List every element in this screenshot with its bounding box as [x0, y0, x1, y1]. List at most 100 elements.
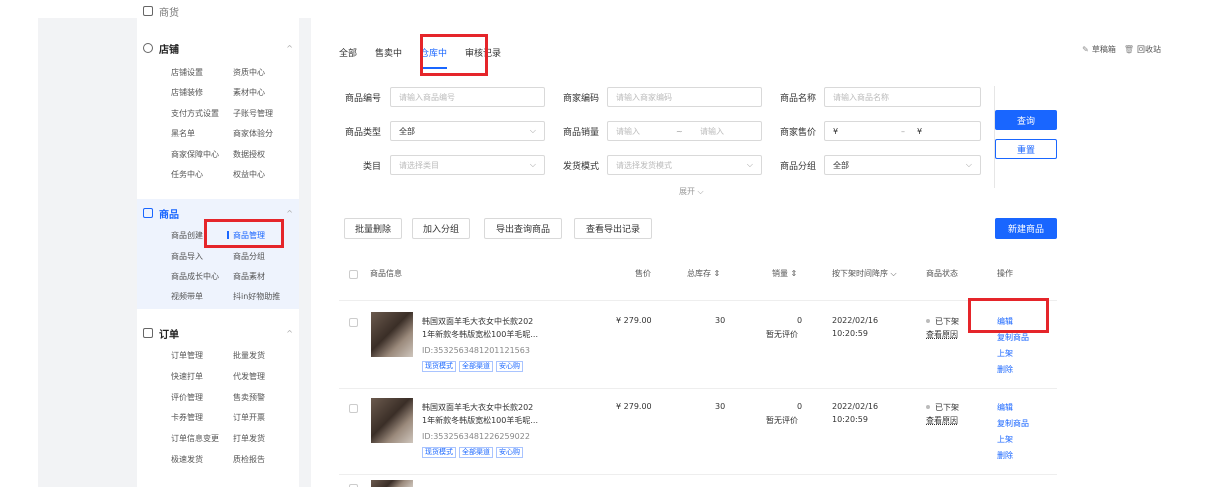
product-id: ID:3532563481201121563 [422, 346, 530, 355]
chevron-down-icon: ⌵ [746, 160, 753, 169]
expand-label: 展开 [679, 187, 695, 196]
delete-link[interactable]: 删除 [997, 364, 1013, 375]
sidebar-item[interactable]: 商家体验分 [233, 128, 273, 139]
product-thumbnail[interactable] [371, 480, 413, 487]
column-header-stock[interactable]: 总库存 ⇕ [687, 268, 720, 279]
sidebar-item[interactable]: 任务中心 [171, 169, 203, 180]
sidebar-section-partial[interactable]: 商货 [143, 3, 179, 19]
status-text: 已下架 [935, 403, 959, 412]
expand-toggle[interactable]: 展开 ⌵ [679, 186, 704, 197]
collapse-caret-icon[interactable]: ^ [286, 209, 293, 218]
recycle-bin-link[interactable]: 🗑 回收站 [1124, 44, 1161, 55]
sidebar-item[interactable]: 快速打单 [171, 371, 203, 382]
sidebar-item[interactable]: 订单信息变更 [171, 433, 219, 444]
tag: 现货模式 [422, 447, 456, 458]
merchant-code-input[interactable]: 请输入商家编码 [607, 87, 762, 107]
sidebar-item[interactable]: 代发管理 [233, 371, 265, 382]
price-range-input[interactable]: ¥ – ¥ [824, 121, 981, 141]
sidebar-item[interactable]: 商品成长中心 [171, 271, 219, 282]
sidebar-item[interactable]: 店铺装修 [171, 87, 203, 98]
recycle-bin-label: 回收站 [1137, 45, 1161, 54]
column-header-time[interactable]: 按下架时间降序 ⌵ [832, 268, 897, 279]
product-no-input[interactable]: 请输入商品编号 [390, 87, 545, 107]
sidebar-item[interactable]: 售卖预警 [233, 392, 265, 403]
product-name-line1[interactable]: 韩国双面羊毛大衣女中长款202 [422, 401, 582, 414]
view-reason-link[interactable]: 查看原因 [926, 415, 958, 426]
ship-mode-select[interactable]: 请选择发货模式 ⌵ [607, 155, 762, 175]
sidebar-item[interactable]: 商家保障中心 [171, 149, 219, 160]
sidebar-item[interactable]: 商品创建 [171, 230, 203, 241]
category-select[interactable]: 请选择类目 ⌵ [390, 155, 545, 175]
product-name-input[interactable]: 请输入商品名称 [824, 87, 981, 107]
sidebar-item[interactable]: 视频带单 [171, 291, 203, 302]
rating-cell: 暂无评价 [766, 416, 798, 425]
sidebar-item[interactable]: 支付方式设置 [171, 108, 219, 119]
list-on-shelf-link[interactable]: 上架 [997, 348, 1013, 359]
sidebar-item[interactable]: 商品分组 [233, 251, 265, 262]
product-thumbnail[interactable] [371, 398, 413, 443]
sidebar-section-store[interactable]: 店铺 [143, 40, 179, 56]
sidebar-item[interactable]: 订单开票 [233, 412, 265, 423]
draft-box-link[interactable]: ✎ 草稿箱 [1082, 44, 1116, 55]
sidebar-item[interactable]: 权益中心 [233, 169, 265, 180]
select-all-checkbox[interactable] [349, 270, 358, 279]
rating-cell: 暂无评价 [766, 330, 798, 339]
group-value: 全部 [833, 160, 849, 170]
sales-range-input[interactable]: 请输入 ~ 请输入 [607, 121, 762, 141]
sidebar-item[interactable]: 评价管理 [171, 392, 203, 403]
chevron-down-icon: ⌵ [529, 160, 536, 169]
edit-link[interactable]: 编辑 [997, 402, 1013, 413]
sidebar-item[interactable]: 商品导入 [171, 251, 203, 262]
column-header-price: 售价 [635, 269, 651, 278]
copy-product-link[interactable]: 复制商品 [997, 418, 1029, 429]
collapse-caret-icon[interactable]: ^ [286, 44, 293, 53]
sidebar-item[interactable]: 子账号管理 [233, 108, 273, 119]
export-record-button[interactable]: 查看导出记录 [574, 218, 652, 239]
sidebar-section-goods[interactable]: 商品 [143, 205, 179, 221]
sidebar-item[interactable]: 店铺设置 [171, 67, 203, 78]
row-checkbox[interactable] [349, 318, 358, 327]
sidebar-item[interactable]: 抖in好物助推 [233, 291, 280, 302]
product-name-line1[interactable]: 韩国双面羊毛大衣女中长款202 [422, 315, 582, 328]
copy-product-link[interactable]: 复制商品 [997, 332, 1029, 343]
export-query-button[interactable]: 导出查询商品 [484, 218, 562, 239]
tab-on-sale[interactable]: 售卖中 [375, 46, 402, 59]
sidebar-item[interactable]: 素材中心 [233, 87, 265, 98]
new-product-button[interactable]: 新建商品 [995, 218, 1057, 239]
sidebar-item[interactable]: 商品素材 [233, 271, 265, 282]
sidebar-section-orders[interactable]: 订单 [143, 325, 179, 341]
edit-icon: ✎ [1082, 45, 1089, 54]
outer-left-band [0, 0, 38, 500]
product-name-line2[interactable]: 1年新款冬韩版宽松100羊毛呢... [422, 328, 582, 341]
sidebar-item[interactable]: 卡券管理 [171, 412, 203, 423]
view-reason-link[interactable]: 查看原因 [926, 329, 958, 340]
tab-all[interactable]: 全部 [339, 46, 357, 59]
list-on-shelf-link[interactable]: 上架 [997, 434, 1013, 445]
sidebar-item[interactable]: 黑名单 [171, 128, 195, 139]
product-name-line2[interactable]: 1年新款冬韩版宽松100羊毛呢... [422, 414, 582, 427]
product-type-value: 全部 [399, 126, 415, 136]
row-checkbox[interactable] [349, 484, 358, 487]
batch-delete-button[interactable]: 批量删除 [344, 218, 402, 239]
sidebar-item[interactable]: 极速发货 [171, 454, 203, 465]
product-thumbnail[interactable] [371, 312, 413, 357]
tag: 全部渠道 [459, 447, 493, 458]
price-to-currency: ¥ [917, 126, 923, 136]
reset-button[interactable]: 重置 [995, 139, 1057, 159]
sidebar-item[interactable]: 资质中心 [233, 67, 265, 78]
price-cell: ¥ 279.00 [616, 316, 652, 325]
sidebar-item[interactable]: 质检报告 [233, 454, 265, 465]
sidebar-section-store-label: 店铺 [159, 44, 179, 56]
sidebar-item[interactable]: 数据授权 [233, 149, 265, 160]
add-to-group-button[interactable]: 加入分组 [412, 218, 470, 239]
row-checkbox[interactable] [349, 404, 358, 413]
query-button[interactable]: 查询 [995, 110, 1057, 130]
column-header-sales[interactable]: 销量 ⇕ [772, 268, 797, 279]
group-select[interactable]: 全部 ⌵ [824, 155, 981, 175]
collapse-caret-icon[interactable]: ^ [286, 329, 293, 338]
product-type-select[interactable]: 全部 ⌵ [390, 121, 545, 141]
sidebar-item[interactable]: 打单发货 [233, 433, 265, 444]
sidebar-item[interactable]: 订单管理 [171, 350, 203, 361]
sidebar-item[interactable]: 批量发货 [233, 350, 265, 361]
delete-link[interactable]: 删除 [997, 450, 1013, 461]
